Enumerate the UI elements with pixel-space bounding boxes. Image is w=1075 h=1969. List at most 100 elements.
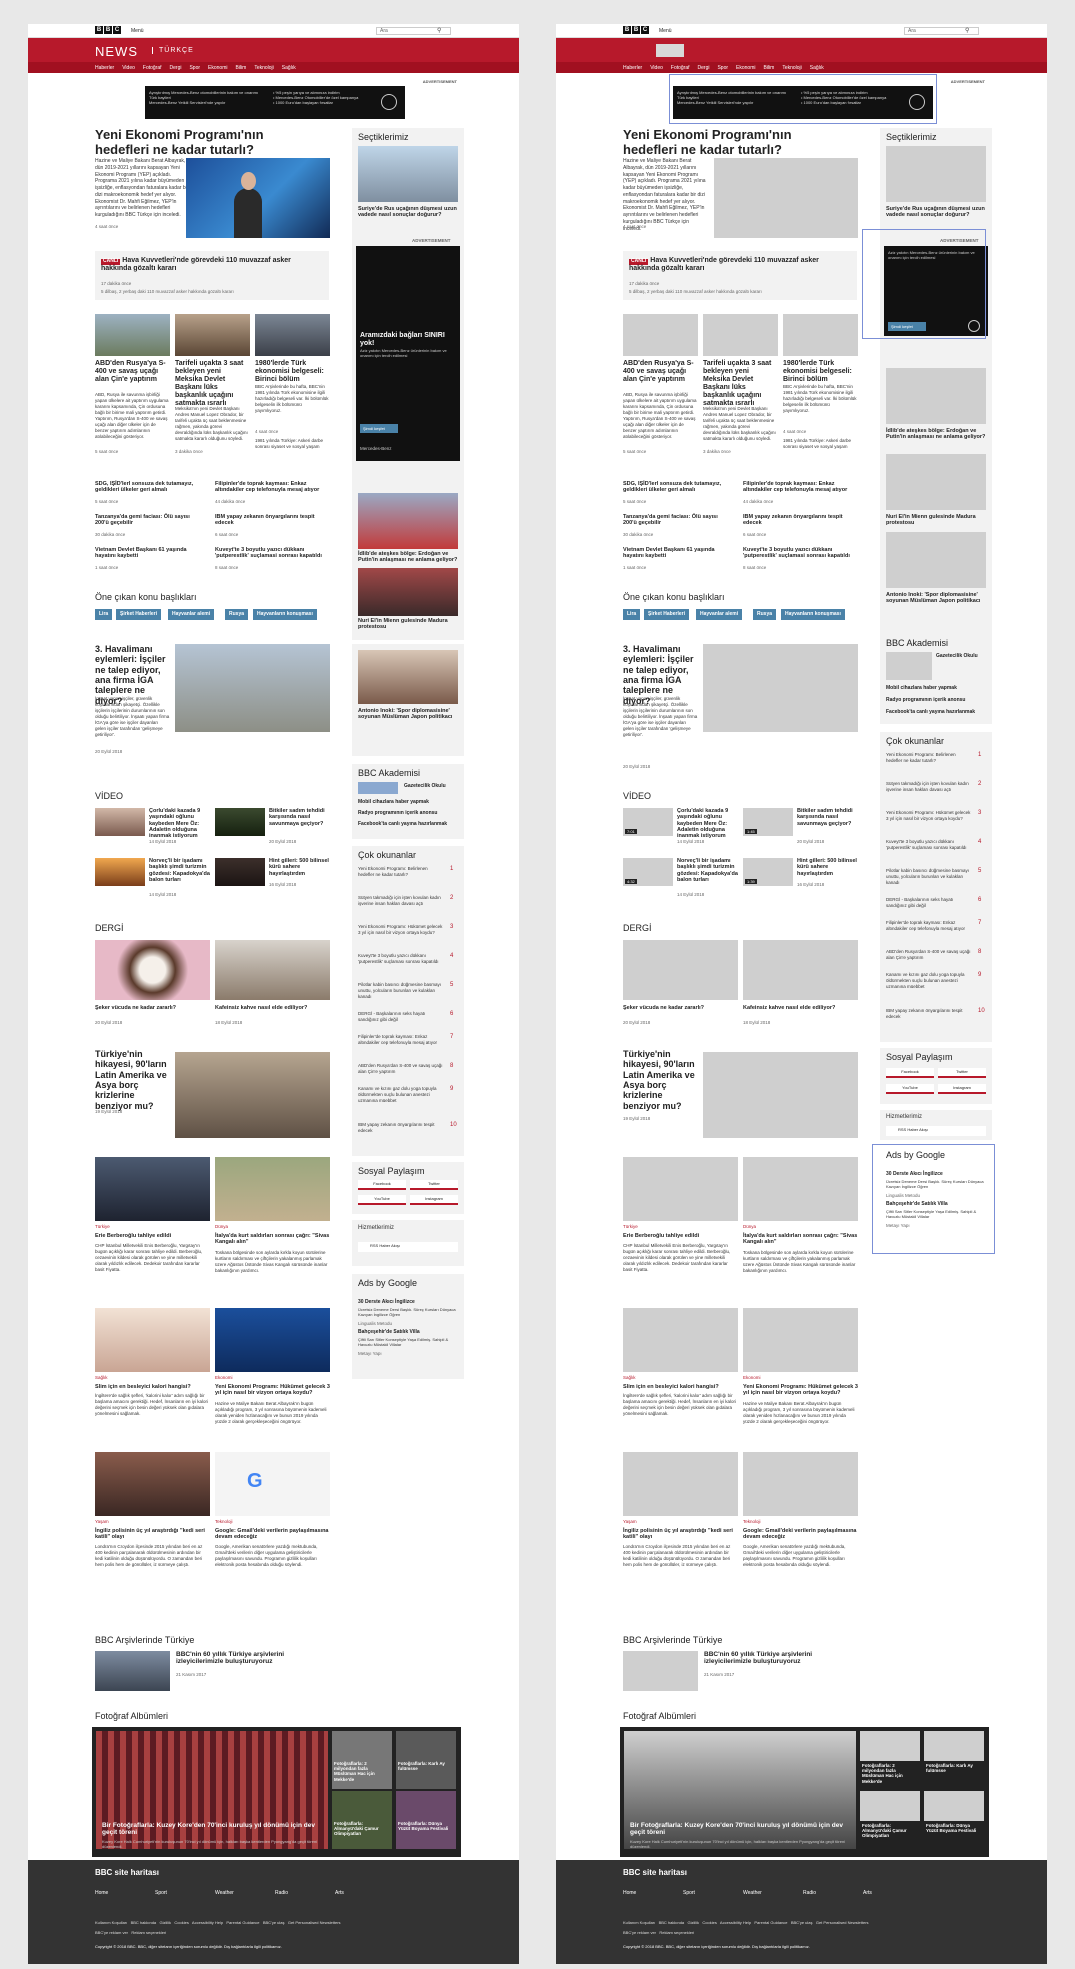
video-thumb[interactable] [95, 808, 145, 836]
album-placeholder[interactable] [860, 1731, 920, 1761]
magazine-headline[interactable]: Şeker vücuda ne kadar zararlı? [95, 1005, 210, 1011]
grid-category[interactable]: Teknoloji [743, 1519, 761, 1524]
nav-item[interactable]: Bilim [235, 65, 246, 71]
popular-item[interactable]: Yeni Ekonomi Programı: Hükümet gelecek 3… [358, 924, 443, 936]
grid-headline[interactable]: Google: Gmail'deki verilerin paylaşılmas… [215, 1528, 330, 1541]
pick-headline[interactable]: Antonio Inoki: 'Spor diplomasisine' soyu… [358, 708, 458, 721]
rss-button[interactable]: RSS Haber Akışı [886, 1126, 986, 1136]
video-section-title[interactable]: VİDEO [623, 791, 651, 801]
footer-link[interactable]: Radio [275, 1890, 288, 1897]
footer-link[interactable]: Arts [863, 1890, 872, 1897]
story-headline[interactable]: ABD'den Rusya'ya S-400 ve savaş uçağı al… [623, 360, 697, 384]
popular-item[interactable]: DERGİ - Başkalarının seks hayatı sandığı… [886, 897, 971, 909]
academy-title[interactable]: BBC Akademisi [358, 768, 420, 778]
topic-tag[interactable]: Şirket Haberleri [116, 609, 161, 620]
topic-tag[interactable]: Rusya [225, 609, 249, 620]
brief-headline[interactable]: Vietnam Devlet Başkanı 61 yaşında hayatı… [95, 547, 205, 560]
nav-item[interactable]: Fotoğraf [143, 65, 162, 71]
pick-headline[interactable]: Antonio Inoki: 'Spor diplomasisine' soyu… [886, 592, 986, 605]
popular-item[interactable]: ABD'den Rusya'dan S-400 ve savaş uçağı a… [886, 949, 971, 961]
nav-item[interactable]: Video [122, 65, 135, 71]
footer-link[interactable]: Radio [803, 1890, 816, 1897]
pick-headline[interactable]: Suriye'de Rus uçağının düşmesi uzun vade… [358, 206, 458, 219]
album-photo[interactable] [396, 1731, 456, 1789]
topic-tag[interactable]: Lira [623, 609, 641, 620]
pick-headline[interactable]: Nuri El'in Mienn gulesinde Madura protes… [886, 514, 986, 527]
magazine-section-title[interactable]: DERGİ [95, 923, 124, 933]
nav-item[interactable]: Sağlık [282, 65, 296, 71]
video-headline[interactable]: Bitkiler sadım tehdidi karşısında nasıl … [269, 808, 331, 827]
video-thumb[interactable] [215, 808, 265, 836]
grid-headline[interactable]: Slim için en besleyici kalori hangisi? [623, 1384, 738, 1390]
popular-item[interactable]: Yeni Ekonomi Programı: Belirlenen hedefl… [358, 866, 443, 878]
grid-photo-placeholder[interactable] [623, 1157, 738, 1221]
grid-category[interactable]: Yaşam [623, 1519, 637, 1524]
grid-photo-placeholder[interactable] [743, 1308, 858, 1372]
brief-headline[interactable]: Kuveyt'te 3 boyutlu yazıcı dükkanı 'putp… [743, 547, 853, 560]
story-headline[interactable]: Tarifeli uçakta 3 saat bekleyen yeni Mek… [175, 360, 249, 408]
story-headline[interactable]: Tarifeli uçakta 3 saat bekleyen yeni Mek… [703, 360, 777, 408]
video-thumb[interactable] [215, 858, 265, 886]
archive-photo[interactable] [95, 1651, 170, 1691]
feature-photo[interactable] [175, 644, 330, 732]
magazine-feature-photo[interactable] [175, 1052, 330, 1138]
album-photo[interactable] [332, 1791, 392, 1849]
popular-item[interactable]: Filipinler'de toprak kayması: Enkaz altı… [886, 920, 971, 932]
grid-category[interactable]: Sağlık [623, 1375, 636, 1380]
popular-item[interactable]: Sütyen takmadığı için işten kovulan kadı… [886, 781, 971, 793]
album-headline[interactable]: Fotoğraflarla: Dünya Yüzüt Boyama Festiv… [926, 1823, 982, 1833]
footer-links[interactable]: Kullanım Koşulları BBC hakkında Gizlilik… [95, 1920, 341, 1925]
story-photo[interactable] [255, 314, 330, 356]
brief-headline[interactable]: Filipinler'de toprak kayması: Enkaz altı… [215, 481, 325, 494]
topic-tag[interactable]: Lira [95, 609, 113, 620]
footer-link[interactable]: Sport [155, 1890, 167, 1897]
footer-link[interactable]: Weather [743, 1890, 762, 1897]
grid-headline[interactable]: İngiliz polisinin üç yıl araştırdığı "ke… [623, 1528, 738, 1541]
story-photo-placeholder[interactable] [703, 314, 778, 356]
archive-headline[interactable]: BBC'nin 60 yıllık Türkiye arşivlerini iz… [704, 1651, 834, 1666]
grid-category[interactable]: Dünya [215, 1224, 228, 1229]
video-headline[interactable]: Norveç'li bir işadamı başlıklı şimdi tur… [149, 858, 211, 883]
album-main-headline[interactable]: Bir Fotoğraflarla: Kuzey Kore'den 70'inc… [102, 1822, 322, 1837]
instagram-button[interactable]: Instagram [938, 1084, 986, 1094]
popular-item[interactable]: Filipinler'de toprak kayması: Enkaz altı… [358, 1034, 443, 1046]
story-photo[interactable] [95, 314, 170, 356]
magazine-feature-placeholder[interactable] [703, 1052, 858, 1138]
brief-headline[interactable]: SDG, IŞİD'lerl sonsuza dek tutamayız, ge… [95, 481, 205, 494]
pick-photo[interactable] [358, 146, 458, 202]
nav-item[interactable]: Haberler [623, 65, 642, 71]
menu-button[interactable]: Menü [131, 28, 144, 34]
grid-category[interactable]: Türkiye [623, 1224, 638, 1229]
grid-photo-placeholder[interactable] [743, 1157, 858, 1221]
pick-headline[interactable]: Nuri El'in Mienn gulesinde Madura protes… [358, 618, 458, 631]
video-thumb-placeholder[interactable]: 1:39 [743, 858, 793, 886]
pick-headline[interactable]: İdlib'de ateşkes bölge: Erdoğan ve Putin… [886, 428, 986, 441]
twitter-button[interactable]: Twitter [938, 1068, 986, 1078]
grid-photo[interactable] [95, 1157, 210, 1221]
video-headline[interactable]: Çorlu'daki kazada 9 yaşındaki oğlunu kay… [149, 808, 211, 840]
pick-photo[interactable] [358, 650, 458, 704]
grid-photo[interactable] [95, 1308, 210, 1372]
story-photo[interactable] [175, 314, 250, 356]
video-thumb[interactable] [95, 858, 145, 886]
album-placeholder[interactable] [860, 1791, 920, 1821]
album-headline[interactable]: Fotoğraflarla: Almanyü'daki Çamur Olimpi… [862, 1823, 918, 1839]
lead-photo[interactable] [186, 158, 330, 238]
grid-photo[interactable]: G [215, 1452, 330, 1516]
footer-links[interactable]: Kullanım Koşulları BBC hakkında Gizlilik… [623, 1920, 869, 1925]
brief-headline[interactable]: Vietnam Devlet Başkanı 61 yaşında hayatı… [623, 547, 733, 560]
video-headline[interactable]: Hint gilleri: 500 bilinsel kürü sahere h… [797, 858, 859, 877]
grid-photo-placeholder[interactable] [623, 1308, 738, 1372]
albums-title[interactable]: Fotoğraf Albümleri [95, 1711, 168, 1721]
bbc-logo[interactable]: BBC [95, 26, 121, 34]
lead-headline[interactable]: Yeni Ekonomi Programı'nın hedefleri ne k… [95, 127, 295, 158]
youtube-button[interactable]: YouTube [886, 1084, 934, 1094]
popular-item[interactable]: IBM yapay zekanın önyargılarını tespit e… [358, 1122, 443, 1134]
grid-category[interactable]: Ekonomi [215, 1375, 233, 1380]
news-logo[interactable]: NEWS [95, 44, 138, 59]
story-headline[interactable]: 1980'lerde Türk ekonomisi belgeseli: Bir… [783, 360, 857, 384]
grid-headline[interactable]: İngiliz polisinin üç yıl araştırdığı "ke… [95, 1528, 210, 1541]
topic-tag[interactable]: Hayvanların konuşması [781, 609, 845, 620]
footer-link[interactable]: Sport [683, 1890, 695, 1897]
search-icon[interactable]: ⚲ [965, 27, 969, 34]
